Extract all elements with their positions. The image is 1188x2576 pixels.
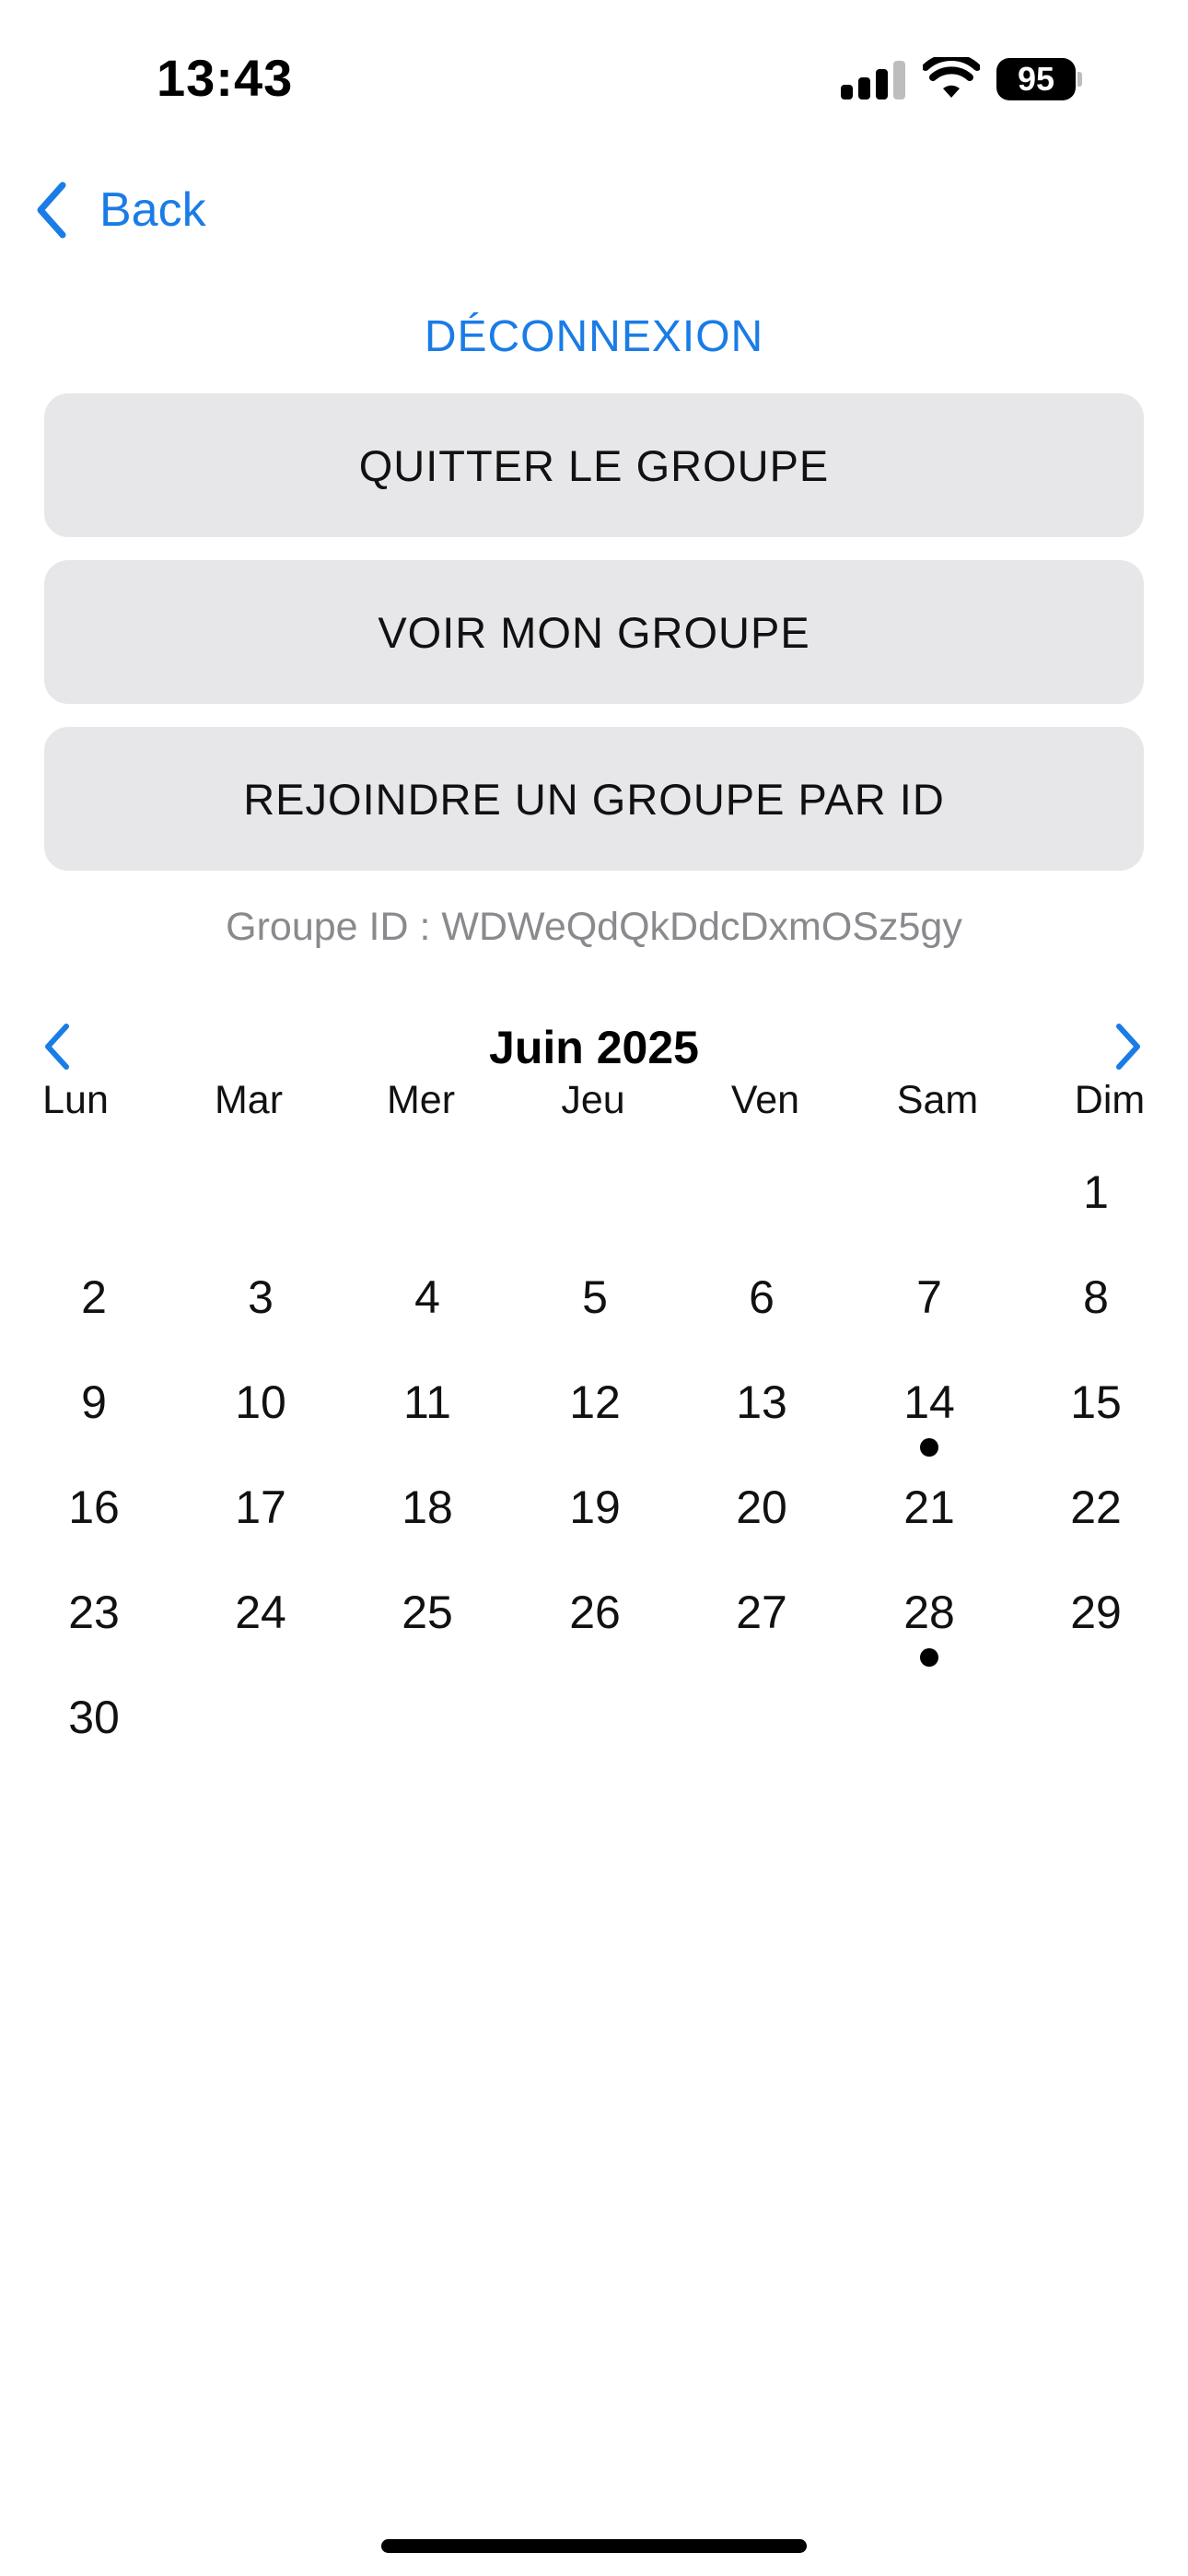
- weekday-label: Dim: [1074, 1078, 1146, 1122]
- calendar-day[interactable]: 8: [1031, 1270, 1160, 1324]
- status-bar: 13:43 95: [0, 0, 1188, 161]
- calendar-day[interactable]: 7: [865, 1270, 994, 1324]
- calendar-month-title: Juin 2025: [489, 1022, 699, 1073]
- back-button[interactable]: Back: [33, 177, 206, 243]
- wifi-icon: [923, 57, 980, 98]
- event-dot-indicator: [920, 1648, 938, 1667]
- chevron-left-icon: [37, 181, 66, 239]
- weekday-label: Mer: [386, 1078, 456, 1122]
- calendar-day[interactable]: 10: [196, 1376, 325, 1429]
- calendar-day[interactable]: 22: [1031, 1481, 1160, 1534]
- calendar-day[interactable]: 13: [697, 1376, 826, 1429]
- calendar-day[interactable]: 14: [865, 1376, 994, 1429]
- calendar-weekdays: Lun Mar Mer Jeu Ven Sam Dim: [0, 1078, 1188, 1133]
- calendar-day[interactable]: 11: [363, 1376, 492, 1429]
- home-indicator: [381, 2539, 807, 2553]
- battery-icon: 95: [996, 58, 1082, 100]
- calendar-day[interactable]: 24: [196, 1586, 325, 1639]
- status-time: 13:43: [157, 49, 294, 107]
- calendar-day[interactable]: 19: [530, 1481, 659, 1534]
- calendar-day[interactable]: 4: [363, 1270, 492, 1324]
- weekday-label: Mar: [214, 1078, 284, 1122]
- calendar-day[interactable]: 9: [29, 1376, 158, 1429]
- calendar-day[interactable]: 6: [697, 1270, 826, 1324]
- calendar-day[interactable]: 12: [530, 1376, 659, 1429]
- battery-level: 95: [996, 58, 1076, 100]
- calendar-day[interactable]: 28: [865, 1586, 994, 1639]
- weekday-label: Sam: [896, 1078, 979, 1122]
- calendar-day[interactable]: 21: [865, 1481, 994, 1534]
- logout-button[interactable]: DÉCONNEXION: [0, 311, 1188, 362]
- calendar-day[interactable]: 30: [29, 1691, 158, 1744]
- calendar-day[interactable]: 3: [196, 1270, 325, 1324]
- next-month-button[interactable]: [1110, 1019, 1147, 1074]
- calendar-day[interactable]: 25: [363, 1586, 492, 1639]
- calendar-header: Juin 2025: [0, 1013, 1188, 1080]
- calendar-day[interactable]: 1: [1031, 1165, 1160, 1219]
- view-group-button[interactable]: VOIR MON GROUPE: [44, 560, 1144, 704]
- calendar-day[interactable]: 2: [29, 1270, 158, 1324]
- join-group-by-id-button[interactable]: REJOINDRE UN GROUPE PAR ID: [44, 727, 1144, 871]
- calendar-day[interactable]: 27: [697, 1586, 826, 1639]
- calendar-day[interactable]: 29: [1031, 1586, 1160, 1639]
- back-label: Back: [99, 183, 206, 237]
- weekday-label: Lun: [42, 1078, 109, 1122]
- leave-group-button[interactable]: QUITTER LE GROUPE: [44, 393, 1144, 537]
- signal-icon: [841, 61, 905, 100]
- calendar-day[interactable]: 17: [196, 1481, 325, 1534]
- weekday-label: Jeu: [561, 1078, 625, 1122]
- calendar-day[interactable]: 15: [1031, 1376, 1160, 1429]
- calendar-day[interactable]: 23: [29, 1586, 158, 1639]
- calendar-day[interactable]: 26: [530, 1586, 659, 1639]
- event-dot-indicator: [920, 1438, 938, 1457]
- calendar-day[interactable]: 20: [697, 1481, 826, 1534]
- calendar-day[interactable]: 18: [363, 1481, 492, 1534]
- group-id-label: Groupe ID : WDWeQdQkDdcDxmOSz5gy: [226, 905, 962, 949]
- weekday-label: Ven: [730, 1078, 800, 1122]
- calendar-day[interactable]: 16: [29, 1481, 158, 1534]
- calendar-day[interactable]: 5: [530, 1270, 659, 1324]
